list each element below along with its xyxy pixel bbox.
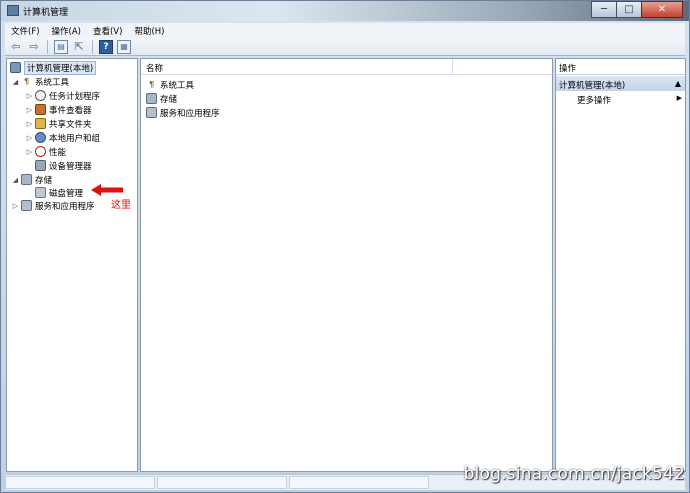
window-controls: ─ □ ✕	[591, 1, 683, 18]
tree-item-event-viewer[interactable]: ▷ 事件查看器	[25, 103, 92, 116]
services-icon	[146, 107, 157, 118]
disk-icon	[35, 187, 46, 198]
close-button[interactable]: ✕	[641, 1, 683, 18]
expand-icon[interactable]: ▷	[25, 92, 34, 100]
services-icon	[21, 200, 32, 211]
computer-management-window: 计算机管理 ─ □ ✕ 文件(F) 操作(A) 查看(V) 帮助(H) ⇦ ⇨ …	[0, 0, 690, 493]
expand-icon[interactable]: ▷	[11, 202, 20, 210]
tree-item-services[interactable]: ▷ 服务和应用程序	[11, 199, 95, 212]
toolbar: ⇦ ⇨ ▤ ⇱ ? ▦	[5, 38, 685, 56]
tree-item-label: 任务计划程序	[49, 91, 101, 102]
back-arrow-icon[interactable]: ⇦	[9, 40, 23, 54]
menu-file[interactable]: 文件(F)	[5, 25, 46, 37]
more-actions-label: 更多操作	[577, 96, 612, 106]
shared-folder-icon	[35, 118, 46, 129]
tools-icon: ¶	[148, 80, 155, 89]
forward-arrow-icon[interactable]: ⇨	[27, 40, 41, 54]
performance-icon	[35, 146, 46, 157]
tree-item-local-users[interactable]: ▷ 本地用户和组	[25, 131, 100, 144]
tree-item-disk-management[interactable]: 磁盘管理	[34, 186, 83, 199]
list-item-label: 系统工具	[160, 80, 195, 91]
collapse-icon[interactable]: ◢	[11, 78, 20, 86]
tree-item-label: 系统工具	[35, 77, 70, 88]
actions-section-computer-management[interactable]: 计算机管理(本地) ▲	[556, 76, 685, 91]
menu-view[interactable]: 查看(V)	[87, 25, 128, 37]
actions-section-title: 计算机管理(本地)	[559, 81, 626, 91]
clock-icon	[35, 90, 46, 101]
tree-item-label: 存储	[35, 175, 53, 186]
computer-management-icon	[7, 5, 19, 16]
maximize-button[interactable]: □	[616, 1, 642, 18]
annotation-label: 这里	[111, 200, 131, 211]
console-tree-icon[interactable]: ▤	[54, 39, 68, 54]
users-icon	[35, 132, 46, 143]
expand-icon[interactable]: ▷	[25, 120, 34, 128]
tree-item-label: 设备管理器	[49, 161, 92, 172]
status-cell	[289, 476, 429, 489]
tree-item-root[interactable]: 计算机管理(本地)	[9, 60, 97, 75]
tree-item-task-scheduler[interactable]: ▷ 任务计划程序	[25, 89, 100, 102]
actions-pane: 操作 计算机管理(本地) ▲ 更多操作 ▶	[555, 58, 686, 472]
status-cell	[5, 476, 155, 489]
tree-item-label: 计算机管理(本地)	[24, 60, 97, 75]
list-item[interactable]: 服务和应用程序	[145, 106, 220, 119]
collapse-caret-icon[interactable]: ▲	[675, 79, 681, 88]
toolbar-separator	[47, 39, 48, 54]
watermark: blog.sina.com.cn/jack542	[463, 464, 685, 484]
expand-icon[interactable]: ▷	[25, 134, 34, 142]
title-bar[interactable]: 计算机管理 ─ □ ✕	[1, 1, 689, 21]
column-divider[interactable]	[452, 59, 453, 74]
list-column-header[interactable]: 名称	[141, 59, 552, 75]
tree-item-label: 共享文件夹	[49, 119, 92, 130]
tree-item-label: 性能	[49, 147, 67, 158]
menu-action[interactable]: 操作(A)	[46, 25, 87, 37]
tree-item-device-manager[interactable]: 设备管理器	[34, 159, 92, 172]
tree-item-shared-folders[interactable]: ▷ 共享文件夹	[25, 117, 92, 130]
console-tree-pane[interactable]: 计算机管理(本地) ◢ ¶ 系统工具 ▷ 任务计划程序 ▷ 事件查看器 ▷ 共享…	[6, 58, 138, 472]
computer-icon	[10, 62, 21, 73]
tree-item-label: 磁盘管理	[49, 188, 84, 199]
tree-item-system-tools[interactable]: ◢ ¶ 系统工具	[11, 75, 69, 88]
tools-icon: ¶	[23, 77, 30, 86]
toolbar-separator	[92, 39, 93, 54]
storage-icon	[146, 93, 157, 104]
tree-item-performance[interactable]: ▷ 性能	[25, 145, 66, 158]
expand-icon[interactable]: ▷	[25, 148, 34, 156]
column-name-header[interactable]: 名称	[146, 62, 163, 74]
submenu-arrow-icon: ▶	[676, 94, 682, 102]
window-title: 计算机管理	[23, 8, 69, 18]
menu-bar: 文件(F) 操作(A) 查看(V) 帮助(H)	[5, 23, 685, 38]
results-pane[interactable]: 名称 ¶ 系统工具 存储 服务和应用程序	[140, 58, 553, 472]
help-icon[interactable]: ?	[99, 39, 113, 54]
red-arrow-icon	[91, 184, 123, 196]
actions-header: 操作	[556, 59, 685, 75]
menu-help[interactable]: 帮助(H)	[128, 25, 170, 37]
export-list-icon[interactable]: ⇱	[72, 40, 86, 54]
device-manager-icon	[35, 160, 46, 171]
tree-item-storage[interactable]: ◢ 存储	[11, 173, 52, 186]
event-log-icon	[35, 104, 46, 115]
tree-item-label: 本地用户和组	[49, 133, 101, 144]
list-item-label: 存储	[160, 94, 178, 105]
tree-item-label: 服务和应用程序	[35, 201, 95, 212]
collapse-icon[interactable]: ◢	[11, 176, 20, 184]
more-actions-item[interactable]: 更多操作 ▶	[577, 94, 682, 107]
list-item[interactable]: ¶ 系统工具	[145, 78, 194, 91]
minimize-button[interactable]: ─	[591, 1, 617, 18]
tree-item-label: 事件查看器	[49, 105, 92, 116]
storage-icon	[21, 174, 32, 185]
expand-icon[interactable]: ▷	[25, 106, 34, 114]
list-item-label: 服务和应用程序	[160, 108, 220, 119]
list-item[interactable]: 存储	[145, 92, 177, 105]
status-cell	[157, 476, 287, 489]
view-options-icon[interactable]: ▦	[117, 39, 131, 54]
